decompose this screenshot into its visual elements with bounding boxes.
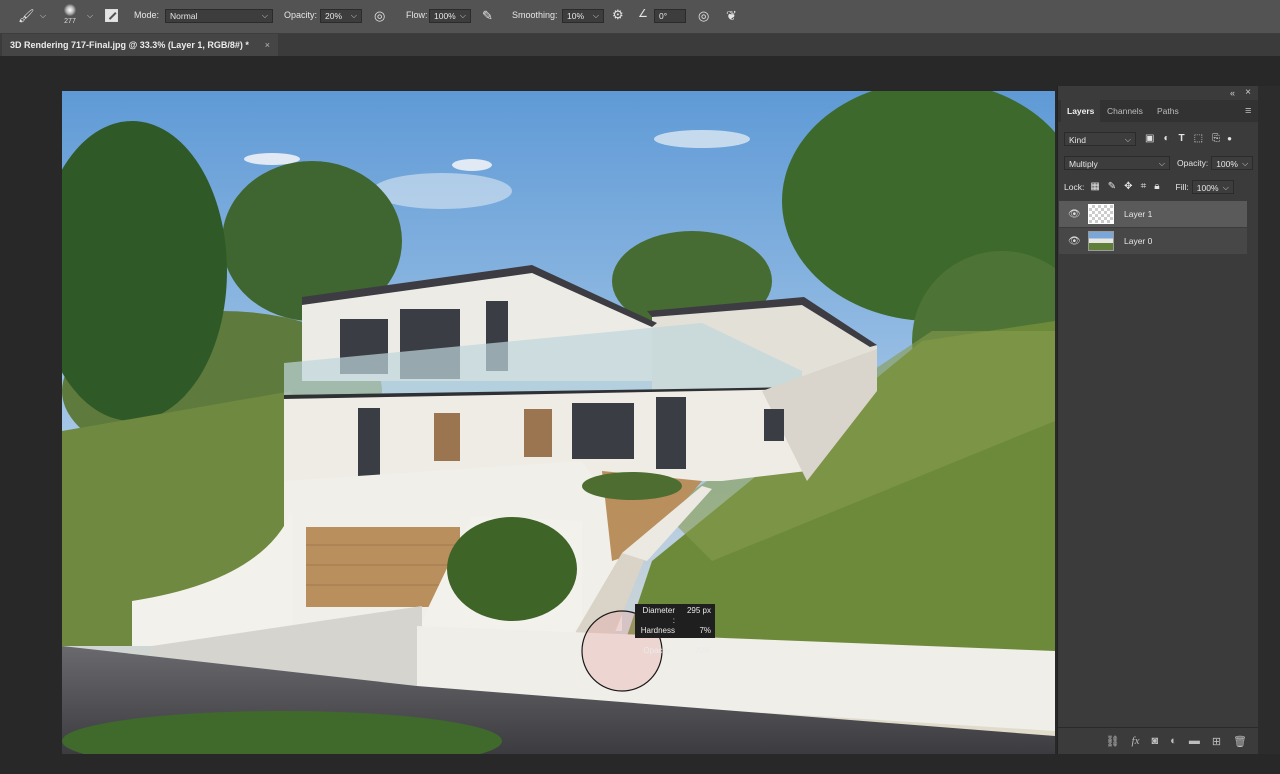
smoothing-value: 10% [567, 11, 585, 21]
smoothing-options-gear-icon[interactable]: ⚙ [612, 8, 624, 21]
lock-transparency-icon[interactable]: ▦ [1090, 182, 1099, 192]
tab-layers[interactable]: Layers [1061, 100, 1101, 122]
airbrush-icon[interactable]: ✎ [482, 9, 493, 22]
brush-info-tooltip: Diameter : 295 px Hardness : 7% Opacity : 2… [635, 604, 715, 655]
layers-panel: « × Layers Channels Paths ≡ Kind ⌵ ▣ ◐ T … [1057, 86, 1259, 754]
tooltip-opacity-label: Opacity : [643, 646, 675, 655]
tab-channels[interactable]: Channels [1107, 100, 1143, 122]
angle-value: 0° [659, 11, 668, 21]
brush-preset-picker[interactable]: 277 [64, 4, 76, 25]
tooltip-opacity-value: 20% [694, 646, 711, 655]
lock-position-icon[interactable]: ✥ [1124, 182, 1132, 192]
tab-paths[interactable]: Paths [1157, 100, 1179, 122]
brush-tool-icon[interactable]: 🖌 [18, 9, 35, 22]
layer-row-layer-1[interactable]: 👁︎ Layer 1 [1059, 201, 1247, 227]
chevron-down-icon: ⌵ [459, 11, 466, 20]
mode-select[interactable]: Normal ⌵ [165, 9, 273, 23]
filter-kind-value: Kind [1069, 135, 1087, 145]
lock-label: Lock: [1064, 182, 1085, 192]
layer-name: Layer 1 [1124, 209, 1153, 219]
pressure-opacity-icon[interactable]: ◎ [374, 9, 385, 22]
panel-menu-icon[interactable]: ≡ [1245, 100, 1251, 122]
diameter-value: 295 px [686, 606, 711, 615]
new-layer-icon[interactable]: ⊞ [1212, 735, 1221, 748]
lock-image-pixels-icon[interactable]: ✎ [1108, 182, 1116, 192]
brush-angle-icon: ∠ [638, 8, 648, 20]
filter-pixel-icon[interactable]: ▣ [1145, 134, 1154, 144]
diameter-label: Diameter : [642, 606, 675, 625]
brush-settings-panel-icon[interactable] [105, 9, 118, 22]
layer-thumbnail-image [1088, 231, 1114, 251]
right-panel-dock-strip [1258, 86, 1280, 754]
flow-label: Flow: [406, 10, 428, 20]
layer-opacity-value: 100% [1216, 159, 1238, 169]
chevron-down-icon: ⌵ [350, 11, 357, 20]
filter-toggle-icon[interactable]: ● [1227, 135, 1232, 143]
document-tab-bar: 3D Rendering 717-Final.jpg @ 33.3% (Laye… [0, 34, 1280, 56]
chevron-down-icon: ⌵ [261, 11, 268, 20]
brush-tip-icon [64, 4, 76, 16]
filter-kind-select[interactable]: Kind ⌵ [1064, 132, 1136, 146]
fill-field[interactable]: 100% ⌵ [1191, 180, 1234, 194]
opacity-label: Opacity: [284, 10, 318, 20]
close-tab-icon[interactable]: × [265, 40, 270, 50]
layer-row-layer-0[interactable]: 👁︎ Layer 0 [1059, 228, 1247, 254]
hardness-label: Hardness : [640, 626, 675, 645]
document-canvas[interactable] [62, 91, 1055, 754]
lock-all-icon[interactable]: 🔒︎ [1154, 182, 1159, 192]
layer-opacity-field[interactable]: 100% ⌵ [1211, 156, 1254, 170]
flow-value: 100% [434, 11, 456, 21]
chevron-down-icon: ⌵ [1222, 183, 1229, 192]
layer-name: Layer 0 [1124, 236, 1153, 246]
new-group-folder-icon[interactable]: ▬ [1189, 735, 1200, 747]
fill-value: 100% [1196, 183, 1219, 193]
pressure-size-icon[interactable]: ◎ [698, 9, 709, 22]
symmetry-butterfly-icon[interactable]: ❦ [726, 9, 737, 22]
collapse-panel-icon[interactable]: « [1230, 88, 1235, 98]
chevron-down-icon: ⌵ [1242, 159, 1249, 168]
opacity-field[interactable]: 20% ⌵ [320, 9, 362, 23]
filter-type-icon[interactable]: T [1179, 134, 1185, 144]
flow-field[interactable]: 100% ⌵ [429, 9, 471, 23]
fx-icon[interactable]: fx [1132, 735, 1140, 747]
panel-tabs: Layers Channels Paths ≡ [1058, 100, 1259, 122]
chevron-down-icon: ⌵ [1158, 159, 1165, 168]
delete-layer-trash-icon[interactable]: 🗑︎ [1233, 735, 1247, 748]
blend-mode-value: Multiply [1069, 159, 1098, 169]
smoothing-label: Smoothing: [512, 10, 558, 20]
document-title: 3D Rendering 717-Final.jpg @ 33.3% (Laye… [10, 40, 249, 50]
layer-opacity-label: Opacity: [1177, 158, 1209, 168]
brush-picker-chevron-icon[interactable]: ⌵ [87, 11, 93, 21]
document-tab[interactable]: 3D Rendering 717-Final.jpg @ 33.3% (Laye… [2, 34, 278, 56]
chevron-down-icon: ⌵ [1124, 135, 1131, 144]
add-mask-icon[interactable]: ◙ [1152, 735, 1159, 747]
filter-shape-icon[interactable]: ⬚ [1194, 134, 1203, 144]
link-layers-icon[interactable]: ⛓︎ [1106, 735, 1120, 748]
mode-value: Normal [170, 11, 198, 21]
brush-size-label: 277 [64, 18, 76, 25]
options-bar: 🖌 ⌵ 277 ⌵ Mode: Normal ⌵ Opacity: 20% ⌵ ◎ … [0, 0, 1280, 34]
visibility-eye-icon[interactable]: 👁︎ [1068, 209, 1081, 220]
blend-mode-select[interactable]: Multiply ⌵ [1064, 156, 1170, 170]
filter-adjustment-icon[interactable]: ◐ [1163, 134, 1169, 144]
smoothing-field[interactable]: 10% ⌵ [562, 9, 604, 23]
visibility-eye-icon[interactable]: 👁︎ [1068, 236, 1081, 247]
rendering-image [62, 91, 1055, 754]
layer-thumbnail-transparent [1088, 204, 1114, 224]
brush-angle-field[interactable]: 0° [654, 9, 686, 23]
chevron-down-icon: ⌵ [592, 11, 599, 20]
close-panel-icon[interactable]: × [1245, 87, 1251, 98]
opacity-value: 20% [325, 11, 343, 21]
hardness-value: 7% [699, 626, 711, 635]
layers-panel-footer: ⛓︎ fx ◙ ◐ ▬ ⊞ 🗑︎ [1058, 727, 1259, 754]
tool-preset-chevron-icon[interactable]: ⌵ [40, 11, 46, 21]
lock-artboard-icon[interactable]: ⌗ [1141, 182, 1147, 192]
filter-smart-object-icon[interactable]: ⎘ [1212, 134, 1220, 144]
adjustment-layer-icon[interactable]: ◐ [1170, 735, 1177, 747]
fill-label: Fill: [1175, 182, 1189, 192]
mode-label: Mode: [134, 10, 160, 20]
